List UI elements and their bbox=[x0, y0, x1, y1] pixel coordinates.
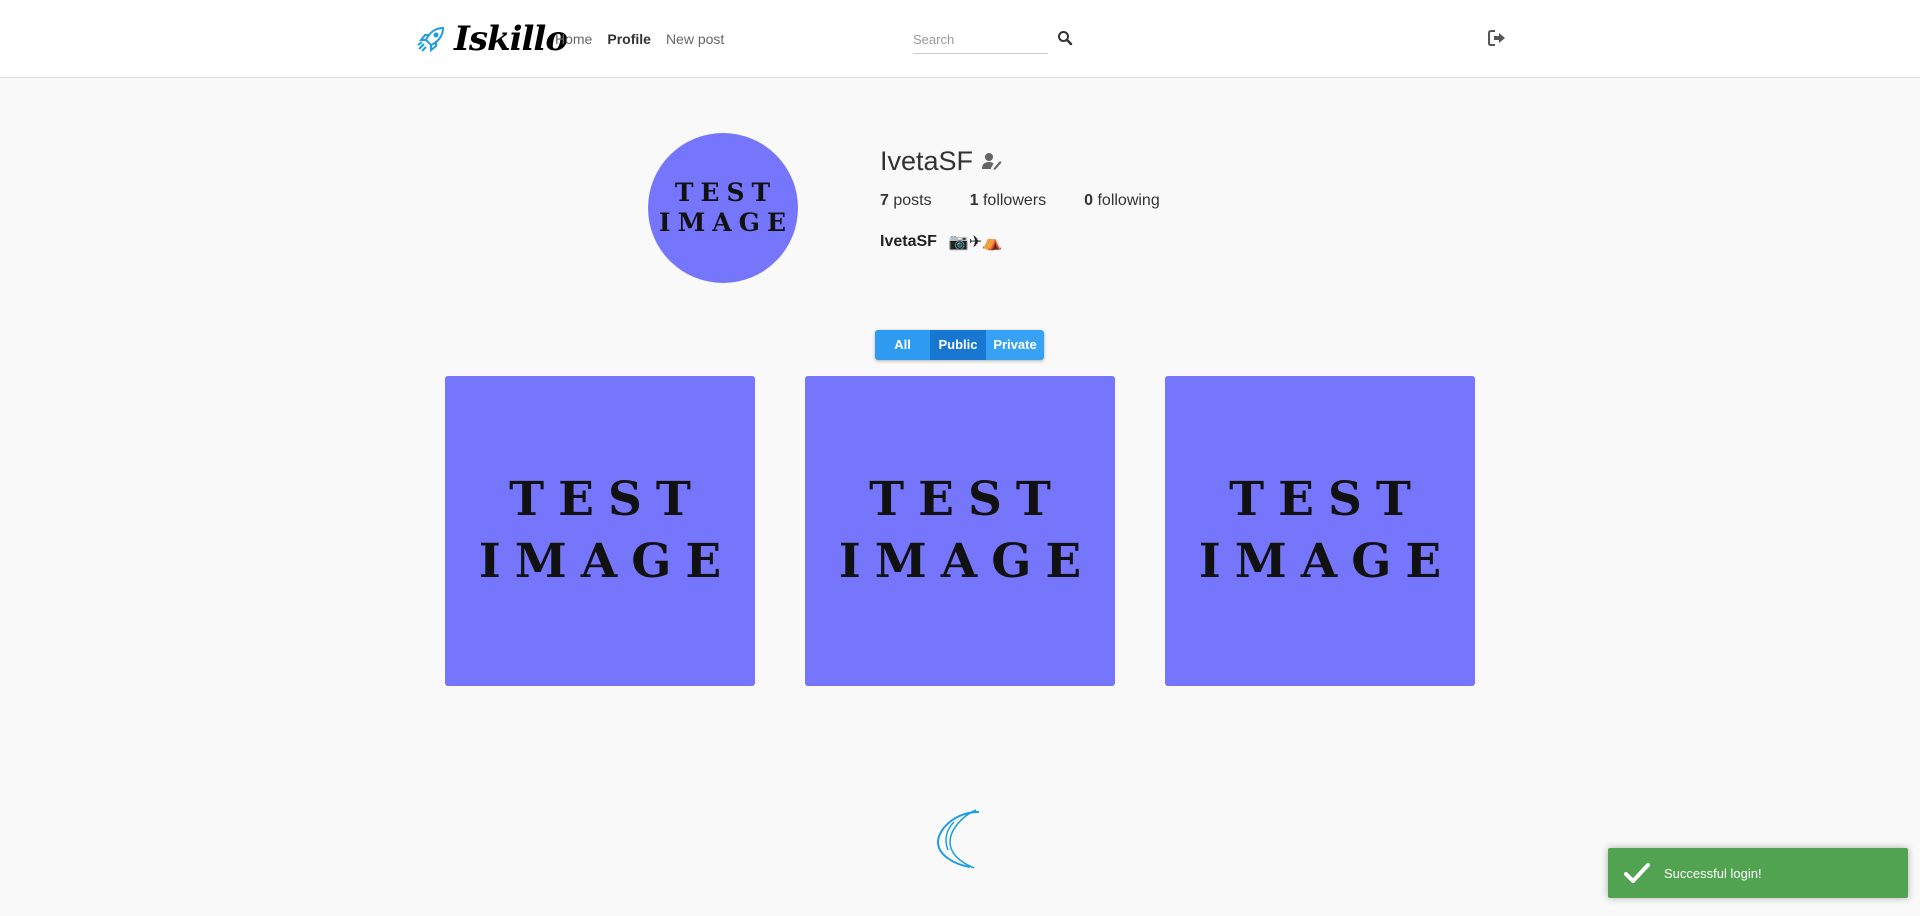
profile-username: IvetaSF bbox=[880, 146, 974, 176]
post-image-text: TEST bbox=[1229, 472, 1425, 527]
post-image-text: IMAGE bbox=[478, 534, 736, 589]
posts-stat: 7 posts bbox=[880, 192, 932, 210]
bio-name: IvetaSF bbox=[880, 233, 937, 250]
post-thumbnail[interactable]: TEST IMAGE bbox=[805, 376, 1115, 686]
followers-stat[interactable]: 1 followers bbox=[970, 192, 1047, 210]
followers-count: 1 bbox=[969, 192, 979, 209]
avatar-text-line: TEST bbox=[674, 178, 778, 207]
rocket-icon bbox=[417, 26, 445, 53]
profile-stats: 7 posts 1 followers 0 following bbox=[880, 192, 1198, 210]
post-thumbnail[interactable]: TEST IMAGE bbox=[445, 376, 755, 686]
profile-avatar: TEST IMAGE bbox=[648, 133, 798, 283]
post-image-text: IMAGE bbox=[1198, 534, 1456, 589]
following-label: following bbox=[1097, 192, 1160, 209]
post-thumbnail[interactable]: TEST IMAGE bbox=[1165, 376, 1475, 686]
logout-icon[interactable] bbox=[1488, 29, 1506, 47]
edit-profile-icon[interactable] bbox=[982, 152, 1002, 170]
posts-count: 7 bbox=[880, 192, 889, 209]
logo[interactable]: Iskillo bbox=[416, 19, 568, 59]
main-nav: Home Profile New post bbox=[555, 31, 724, 47]
filter-all-button[interactable]: All bbox=[875, 330, 930, 360]
toast-message: Successful login! bbox=[1664, 865, 1762, 881]
nav-new-post-link[interactable]: New post bbox=[666, 31, 724, 47]
filter-private-button[interactable]: Private bbox=[986, 330, 1044, 360]
following-stat[interactable]: 0 following bbox=[1084, 192, 1160, 210]
avatar-text-line: IMAGE bbox=[658, 208, 794, 237]
top-navbar: Iskillo Home Profile New post bbox=[0, 0, 1920, 78]
post-image-text: TEST bbox=[509, 472, 705, 527]
filter-public-button[interactable]: Public bbox=[930, 330, 986, 360]
success-toast[interactable]: Successful login! bbox=[1608, 848, 1908, 898]
followers-label: followers bbox=[982, 192, 1047, 209]
following-count: 0 bbox=[1084, 192, 1094, 209]
search-box bbox=[913, 26, 1050, 54]
post-image-text: TEST bbox=[869, 472, 1065, 527]
profile-bio: IvetaSF 📷✈⛺ bbox=[880, 232, 1002, 252]
nav-home-link[interactable]: Home bbox=[555, 31, 592, 47]
post-image-text: IMAGE bbox=[838, 534, 1096, 589]
search-input[interactable] bbox=[913, 26, 1048, 54]
search-icon[interactable] bbox=[1057, 30, 1073, 46]
bio-emojis: 📷✈⛺ bbox=[948, 234, 1003, 251]
logo-text: Iskillo bbox=[454, 19, 568, 59]
loading-spinner-icon bbox=[936, 809, 980, 869]
nav-profile-link[interactable]: Profile bbox=[607, 31, 651, 47]
posts-label: posts bbox=[893, 192, 932, 209]
checkmark-icon bbox=[1624, 863, 1650, 883]
post-filter-toggle: All Public Private bbox=[875, 330, 1044, 360]
